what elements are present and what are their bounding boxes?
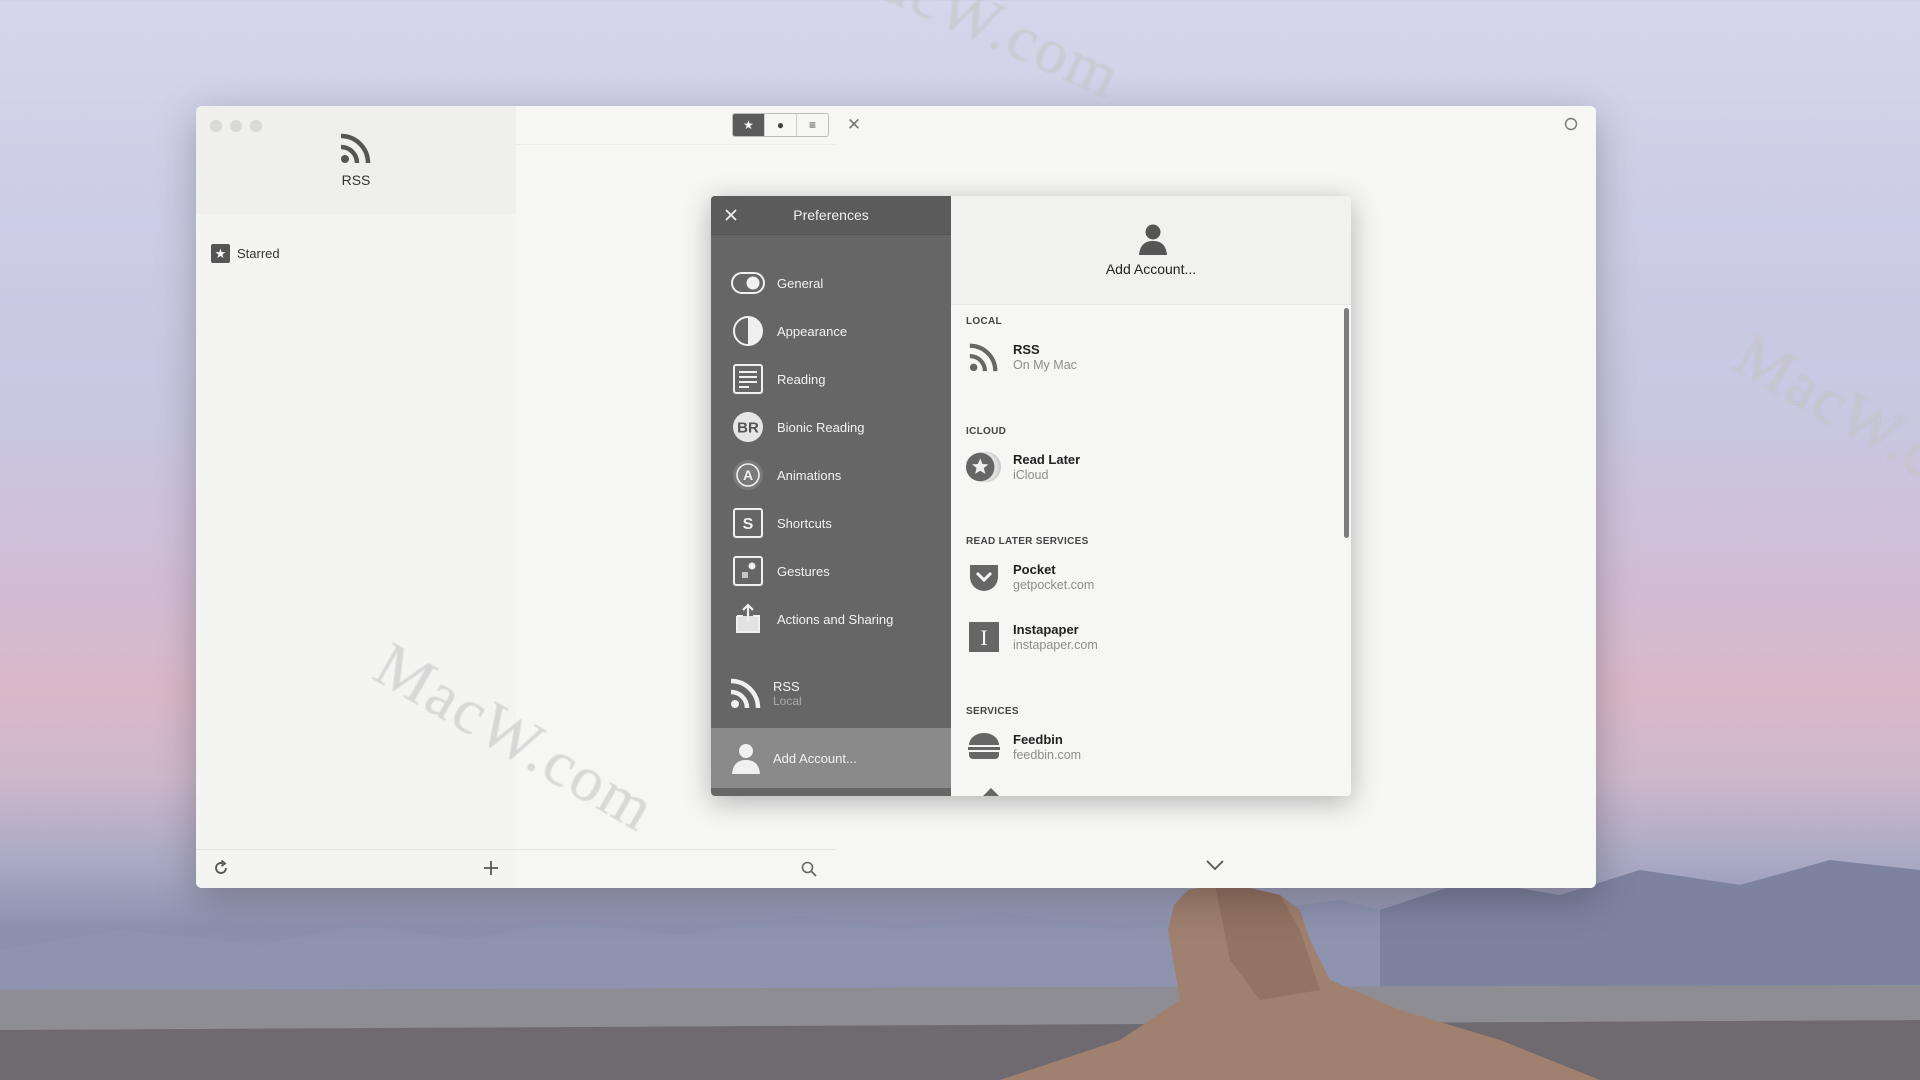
filter-segmented-control[interactable]: ★ ● ≡ [732, 113, 829, 137]
add-account-title: Add Account... [1105, 261, 1197, 277]
nav-label: Animations [777, 467, 842, 483]
nav-label: Appearance [777, 323, 848, 339]
service-instapaper[interactable]: I Instapaper instapaper.com [965, 618, 1098, 656]
section-read-later-services: READ LATER SERVICES [966, 536, 1089, 547]
star-icon: ★ [211, 244, 230, 263]
section-services: SERVICES [966, 706, 1019, 717]
add-account-panel: Add Account... LOCAL RSS On My Mac ICLOU… [951, 196, 1351, 796]
service-detail: On My Mac [1013, 358, 1077, 372]
bionic-reading-icon: BR [731, 410, 765, 444]
nav-actions-and-sharing[interactable]: Actions and Sharing [731, 602, 893, 636]
search-icon[interactable] [800, 860, 818, 878]
nav-appearance[interactable]: Appearance [731, 314, 847, 348]
rss-icon [340, 133, 371, 164]
half-circle-icon [731, 314, 765, 348]
rss-icon [965, 338, 1003, 376]
chevron-down-icon[interactable] [1204, 858, 1226, 872]
zoom-window-button[interactable] [250, 120, 262, 132]
sidebar-item-label: Starred [237, 246, 280, 261]
account-type: Local [773, 693, 802, 708]
letter-s-icon: S [731, 506, 765, 540]
add-account-button[interactable]: Add Account... [711, 728, 951, 788]
letter-a-icon: A [731, 458, 765, 492]
star-badge-icon [965, 448, 1003, 486]
sidebar: RSS ★ Starred [196, 106, 517, 888]
circle-icon[interactable] [1563, 116, 1579, 132]
scrollbar[interactable] [1344, 308, 1349, 538]
preferences-title: Preferences [793, 207, 869, 223]
service-detail: instapaper.com [1013, 638, 1098, 652]
account-title: RSS [341, 172, 371, 188]
window-controls[interactable] [210, 120, 262, 132]
nav-label: Bionic Reading [777, 419, 865, 435]
service-read-later-icloud[interactable]: Read Later iCloud [965, 448, 1080, 486]
account-rss-local[interactable]: RSS Local [729, 676, 802, 710]
service-rss-on-my-mac[interactable]: RSS On My Mac [965, 338, 1077, 376]
add-feed-icon[interactable] [482, 859, 500, 877]
nav-label: Shortcuts [777, 515, 832, 531]
pocket-icon [965, 558, 1003, 596]
service-name: Read Later [1013, 452, 1081, 467]
toggle-icon [731, 266, 765, 300]
account-name: RSS [773, 678, 800, 694]
close-window-button[interactable] [210, 120, 222, 132]
filter-all-segment[interactable]: ≡ [797, 114, 828, 136]
nav-shortcuts[interactable]: S Shortcuts [731, 506, 832, 540]
feedbin-icon [965, 728, 1003, 766]
sidebar-item-starred[interactable]: ★ Starred [211, 244, 280, 263]
service-detail: feedbin.com [1013, 748, 1082, 762]
section-local: LOCAL [966, 316, 1002, 327]
refresh-icon[interactable] [212, 859, 230, 877]
sidebar-bottom-bar [196, 849, 516, 888]
gesture-icon [731, 554, 765, 588]
share-icon [731, 602, 765, 636]
filter-unread-segment[interactable]: ● [765, 114, 797, 136]
nav-gestures[interactable]: Gestures [731, 554, 830, 588]
nav-label: General [777, 275, 824, 291]
list-toolbar: ★ ● ≡ [516, 106, 836, 145]
nav-bionic-reading[interactable]: BR Bionic Reading [731, 410, 864, 444]
minimize-window-button[interactable] [230, 120, 242, 132]
preferences-sidebar: Preferences General Appearance Reading B… [711, 196, 951, 796]
service-pocket[interactable]: Pocket getpocket.com [965, 558, 1094, 596]
list-bottom-bar [516, 849, 836, 888]
rss-icon [730, 678, 761, 709]
section-icloud: ICLOUD [966, 426, 1007, 437]
service-name: Instapaper [1013, 622, 1079, 637]
add-account-item: Add Account... [729, 741, 857, 775]
person-icon [1139, 224, 1167, 255]
add-account-header: Add Account... [951, 196, 1351, 305]
nav-animations[interactable]: A Animations [731, 458, 841, 492]
preferences-dialog: Preferences General Appearance Reading B… [711, 196, 1351, 796]
add-account-label: Add Account... [773, 750, 857, 766]
person-icon [732, 744, 760, 774]
sidebar-header: RSS [196, 106, 516, 214]
svg-text:BR: BR [737, 420, 759, 437]
service-feedbin[interactable]: Feedbin feedbin.com [965, 728, 1081, 766]
nav-label: Actions and Sharing [777, 611, 894, 627]
nav-general[interactable]: General [731, 266, 823, 300]
service-name: Pocket [1013, 562, 1056, 577]
svg-text:I: I [980, 625, 987, 650]
preferences-header: Preferences [711, 196, 951, 235]
filter-starred-segment[interactable]: ★ [733, 114, 765, 136]
nav-label: Gestures [777, 563, 830, 579]
instapaper-icon: I [965, 618, 1003, 656]
document-lines-icon [731, 362, 765, 396]
close-article-icon[interactable]: ✕ [842, 114, 866, 136]
nav-reading[interactable]: Reading [731, 362, 825, 396]
service-detail: iCloud [1013, 468, 1049, 482]
partial-service-icon [983, 788, 999, 796]
nav-label: Reading [777, 371, 826, 387]
service-name: Feedbin [1013, 732, 1063, 747]
service-detail: getpocket.com [1013, 578, 1095, 592]
service-name: RSS [1013, 342, 1040, 357]
svg-text:S: S [743, 516, 754, 533]
svg-text:A: A [743, 467, 753, 483]
